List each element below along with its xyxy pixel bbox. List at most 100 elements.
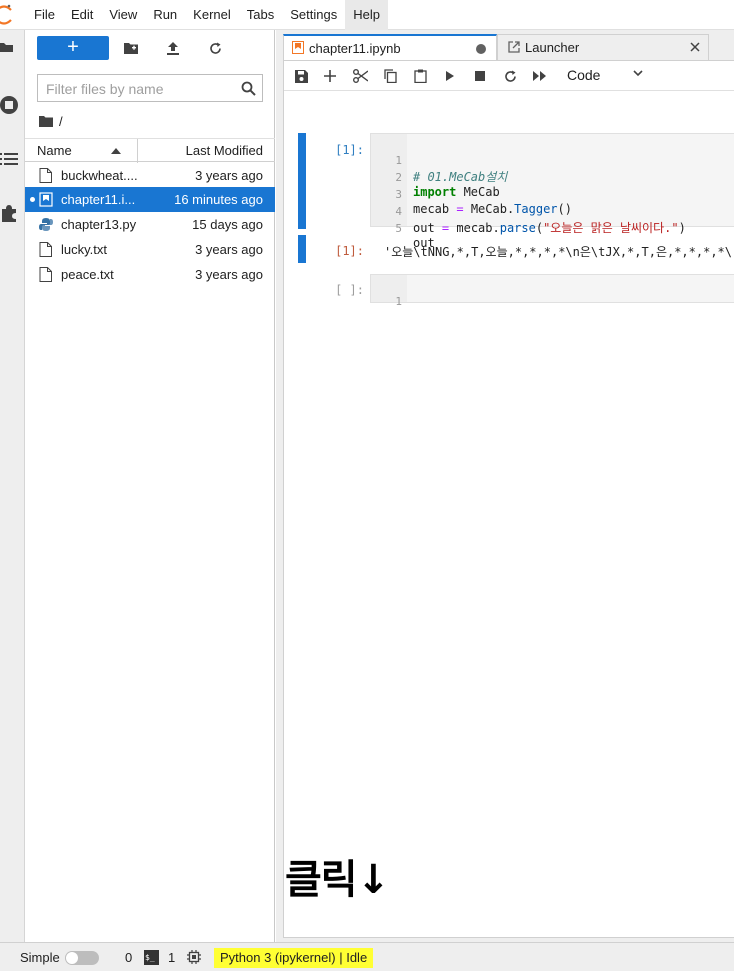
code-line: 1 — [371, 281, 429, 308]
toggle-knob — [66, 952, 78, 964]
output-prompt: [1]: — [335, 244, 364, 258]
menu-edit[interactable]: Edit — [63, 0, 101, 30]
breadcrumb: / — [39, 112, 63, 130]
restart-icon[interactable] — [501, 67, 519, 85]
file-name: buckwheat.... — [61, 168, 138, 183]
home-folder-icon[interactable] — [39, 115, 53, 127]
menu-settings[interactable]: Settings — [282, 0, 345, 30]
new-launcher-button[interactable]: + — [37, 36, 109, 60]
new-folder-icon[interactable] — [121, 38, 141, 58]
code-line: 5 out — [371, 208, 434, 250]
cell-type-select[interactable]: Code — [567, 66, 651, 86]
cut-icon[interactable] — [351, 67, 369, 85]
code-line: 4 out = mecab.parse("오늘은 맑은 날씨이다.") — [371, 191, 685, 235]
menu-items: File Edit View Run Kernel Tabs Settings … — [26, 0, 388, 30]
paste-icon[interactable] — [411, 67, 429, 85]
code-token: ) — [678, 221, 686, 235]
simple-mode-label: Simple — [20, 950, 60, 965]
kernel-status[interactable]: Python 3 (ipykernel) | Idle — [214, 948, 374, 968]
file-row[interactable]: chapter13.py 15 days ago — [25, 212, 275, 237]
menu-help[interactable]: Help — [345, 0, 388, 30]
tab-label: chapter11.ipynb — [309, 41, 401, 56]
code-editor[interactable]: 1 — [370, 274, 734, 308]
tab-launcher[interactable]: Launcher — [497, 34, 709, 60]
table-of-contents-icon[interactable] — [0, 146, 25, 172]
tab-bar: chapter11.ipynb Launcher — [276, 30, 734, 60]
operator: = — [456, 202, 464, 216]
file-list-header: Name Last Modified — [25, 138, 275, 163]
tab-label: Launcher — [525, 40, 580, 55]
running-indicator-icon — [30, 197, 35, 202]
input-prompt: [1]: — [335, 143, 364, 157]
filter-files-input[interactable] — [46, 80, 236, 98]
menu-kernel[interactable]: Kernel — [185, 0, 239, 30]
menu-view[interactable]: View — [101, 0, 145, 30]
menu-file[interactable]: File — [26, 0, 63, 30]
simple-mode-toggle[interactable] — [65, 951, 99, 965]
code-line: 3 mecab = MeCab.Tagger() — [371, 174, 572, 216]
column-name[interactable]: Name — [37, 143, 72, 158]
file-row-selected[interactable]: chapter11.i... 16 minutes ago — [25, 187, 275, 212]
refresh-icon[interactable] — [205, 38, 225, 58]
kernels-count[interactable]: 1 — [168, 950, 175, 965]
folder-icon[interactable] — [0, 34, 25, 60]
notebook-tab-icon — [292, 41, 304, 54]
kernel-chip-icon[interactable] — [187, 950, 201, 964]
menu-tabs[interactable]: Tabs — [239, 0, 282, 30]
file-modified: 15 days ago — [192, 217, 263, 232]
file-name: peace.txt — [61, 267, 114, 282]
breadcrumb-path[interactable]: / — [59, 114, 63, 129]
extension-manager-icon[interactable] — [0, 200, 25, 226]
file-name: chapter11.i... — [61, 192, 136, 207]
code-editor[interactable]: 1 # 01.MeCab설치 2 import MeCab 3 mecab = … — [370, 133, 734, 250]
python-icon — [39, 218, 53, 231]
save-icon[interactable] — [292, 67, 310, 85]
cell-type-value: Code — [567, 67, 601, 83]
unsaved-dot-icon[interactable] — [476, 44, 486, 54]
tab-chapter11[interactable]: chapter11.ipynb — [283, 34, 497, 60]
running-sessions-icon[interactable] — [0, 92, 25, 118]
code-token: ( — [535, 221, 544, 235]
chevron-down-icon — [633, 70, 643, 77]
file-modified: 3 years ago — [195, 267, 263, 282]
activity-bar — [0, 30, 25, 942]
file-row[interactable]: lucky.txt 3 years ago — [25, 237, 275, 262]
terminals-count[interactable]: 0 — [125, 950, 132, 965]
insert-cell-icon[interactable] — [321, 67, 339, 85]
attribute: Tagger — [514, 202, 558, 216]
file-modified: 16 minutes ago — [174, 192, 263, 207]
code-text: out = mecab.parse("오늘은 맑은 날씨이다.") — [413, 219, 686, 236]
filter-box — [37, 74, 263, 102]
column-last-modified[interactable]: Last Modified — [186, 143, 263, 158]
menu-run[interactable]: Run — [145, 0, 185, 30]
terminal-icon[interactable]: $_ — [144, 950, 159, 965]
attribute: parse — [499, 221, 536, 235]
file-modified: 3 years ago — [195, 168, 263, 183]
status-bar: Simple 0 $_ 1 Python 3 (ipykernel) | Idl… — [0, 942, 734, 971]
stop-icon[interactable] — [471, 67, 489, 85]
click-annotation: 클릭↓ — [285, 857, 390, 903]
file-icon — [39, 267, 52, 282]
main-area: chapter11.ipynb Launcher Code [1]: 1 # 0… — [276, 30, 734, 942]
close-icon[interactable] — [690, 42, 700, 52]
code-token: mecab. — [449, 221, 500, 235]
file-name: lucky.txt — [61, 242, 107, 257]
copy-icon[interactable] — [381, 67, 399, 85]
sort-ascending-icon — [111, 148, 121, 154]
file-name: chapter13.py — [61, 217, 137, 232]
fast-forward-icon[interactable] — [531, 67, 549, 85]
menu-bar: File Edit View Run Kernel Tabs Settings … — [0, 0, 734, 30]
code-token: MeCab — [456, 185, 500, 199]
notebook-panel: Code [1]: 1 # 01.MeCab설치 2 import MeCab … — [283, 60, 734, 938]
code-token: MeCab. — [463, 202, 515, 216]
run-icon[interactable] — [441, 67, 459, 85]
string-literal: "오늘은 맑은 날씨이다." — [543, 221, 679, 235]
input-prompt: [ ]: — [335, 283, 364, 297]
upload-icon[interactable] — [163, 38, 183, 58]
search-icon — [241, 81, 256, 96]
file-row[interactable]: buckwheat.... 3 years ago — [25, 163, 275, 188]
file-modified: 3 years ago — [195, 242, 263, 257]
file-browser: + / Name Last Modified buckwheat.... 3 y… — [25, 30, 275, 942]
column-divider[interactable] — [137, 139, 138, 163]
file-row[interactable]: peace.txt 3 years ago — [25, 262, 275, 287]
